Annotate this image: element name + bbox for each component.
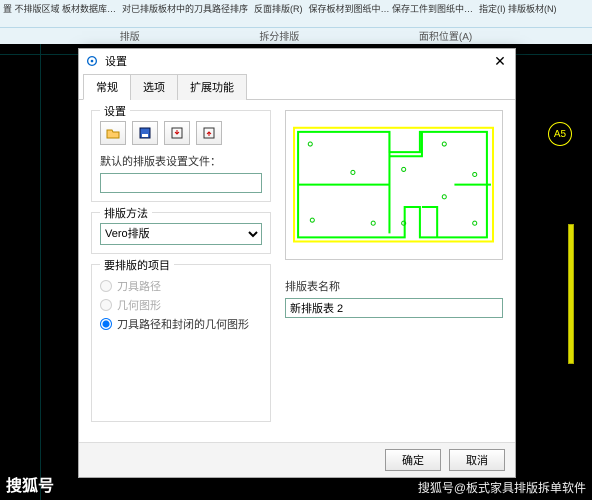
sheet-name-input[interactable]	[285, 298, 503, 318]
items-group: 要排版的项目 刀具路径 几何图形 刀具路径和封闭的几何图形	[91, 264, 271, 422]
group-title: 要排版的项目	[100, 257, 174, 273]
dialog-footer: 确定 取消	[79, 442, 515, 477]
default-file-input[interactable]	[100, 173, 262, 193]
radio-geometry[interactable]: 几何图形	[100, 297, 262, 313]
ribbon-item[interactable]: 对已排版板材中的刀具路径排序	[119, 0, 251, 15]
save-button[interactable]	[132, 121, 158, 145]
watermark-right: 搜狐号@板式家具排版拆单软件	[418, 479, 586, 496]
ribbon-group-label: 排版	[120, 28, 140, 44]
view-badge: A5	[548, 122, 572, 146]
dialog-titlebar: 设置 ✕	[79, 49, 515, 73]
close-button[interactable]: ✕	[491, 53, 509, 70]
group-title: 排版方法	[100, 205, 152, 221]
ribbon-item[interactable]: 指定(I) 排版板材(N)	[476, 0, 560, 15]
import-button[interactable]	[164, 121, 190, 145]
cad-object	[568, 224, 574, 364]
ribbon-item[interactable]: 保存板材到图纸中… 保存工件到图纸中…	[306, 0, 477, 15]
radio-toolpaths-and-closed-geometry[interactable]: 刀具路径和封闭的几何图形	[100, 316, 262, 332]
tab-advanced[interactable]: 扩展功能	[177, 74, 247, 100]
ribbon-groups: 排版 拆分排版 面积位置(A)	[0, 28, 592, 44]
tab-general[interactable]: 常规	[83, 74, 131, 100]
open-file-button[interactable]	[100, 121, 126, 145]
ribbon-item[interactable]: 反面排版(R)	[251, 0, 306, 15]
method-group: 排版方法 Vero排版	[91, 212, 271, 254]
settings-dialog: 设置 ✕ 常规 选项 扩展功能 设置	[78, 48, 516, 478]
sheet-name-label: 排版表名称	[285, 278, 503, 294]
radio-toolpaths[interactable]: 刀具路径	[100, 278, 262, 294]
dialog-title: 设置	[105, 53, 127, 69]
nesting-preview	[285, 110, 503, 260]
cancel-button[interactable]: 取消	[449, 449, 505, 471]
tab-options[interactable]: 选项	[130, 74, 178, 100]
ribbon: 置 不排版区域 板材数据库… 对已排版板材中的刀具路径排序 反面排版(R) 保存…	[0, 0, 592, 28]
gear-icon	[85, 54, 99, 68]
default-file-label: 默认的排版表设置文件：	[100, 153, 262, 169]
group-title: 设置	[100, 103, 130, 119]
ribbon-item[interactable]: 置 不排版区域 板材数据库…	[0, 0, 119, 15]
watermark-left: 搜狐号	[6, 472, 54, 496]
ok-button[interactable]: 确定	[385, 449, 441, 471]
ribbon-group-label: 面积位置(A)	[419, 28, 472, 44]
nesting-method-select[interactable]: Vero排版	[100, 223, 262, 245]
export-button[interactable]	[196, 121, 222, 145]
ribbon-group-label: 拆分排版	[259, 28, 299, 44]
settings-group: 设置 默认的排版表设置文件：	[91, 110, 271, 202]
dialog-tabs: 常规 选项 扩展功能	[79, 73, 515, 100]
